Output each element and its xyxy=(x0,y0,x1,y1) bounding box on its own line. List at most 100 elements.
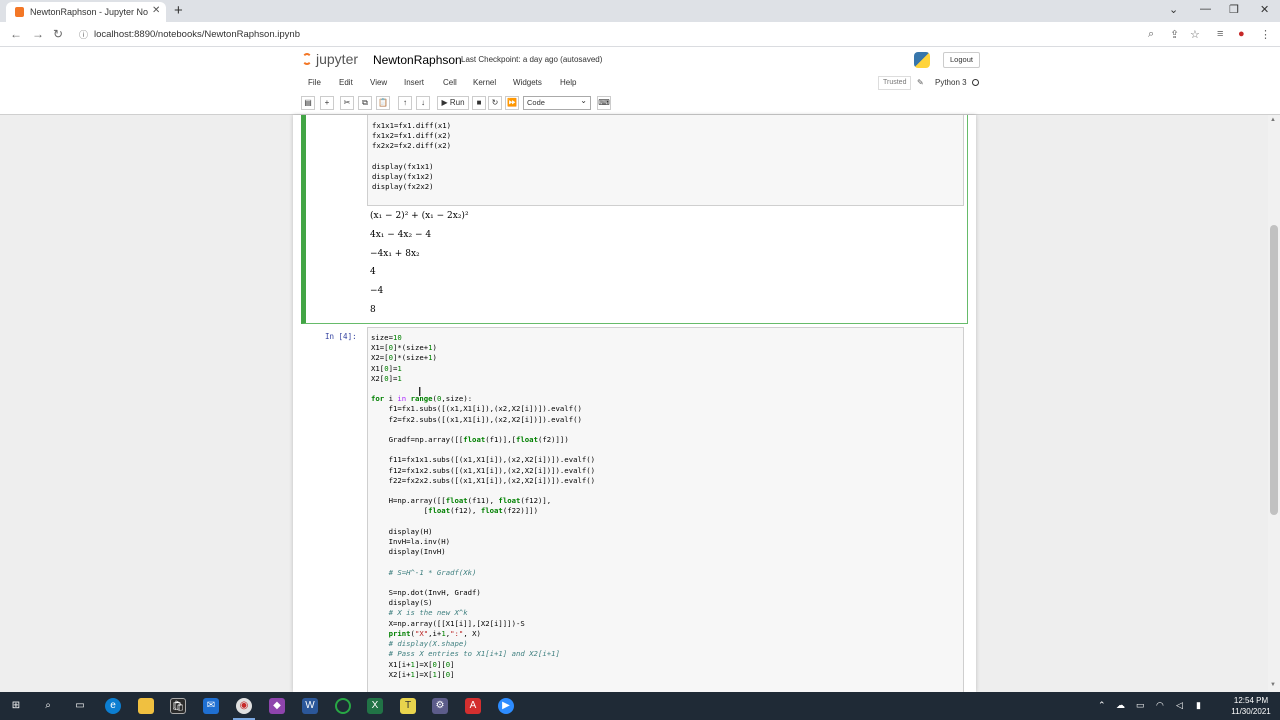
zoom-app-icon[interactable]: ▶ xyxy=(498,698,514,714)
visual-studio-icon[interactable]: ◆ xyxy=(269,698,285,714)
file-explorer-icon[interactable] xyxy=(138,698,154,714)
app-icon[interactable] xyxy=(335,698,351,714)
windows-start-icon[interactable]: ⊞ xyxy=(8,698,24,714)
url-text: localhost:8890/notebooks/NewtonRaphson.i… xyxy=(94,29,300,40)
logout-button[interactable]: Logout xyxy=(943,52,980,68)
menu-kernel[interactable]: Kernel xyxy=(473,78,496,87)
close-tab-icon[interactable]: ✕ xyxy=(152,5,160,16)
cell-code: size=10 X1=[0]*(size+1) X2=[0]*(size+1) … xyxy=(371,333,596,679)
paste-icon[interactable]: 📋 xyxy=(376,96,390,110)
info-icon[interactable]: ⓘ xyxy=(79,28,88,41)
clock-time: 12:54 PM xyxy=(1233,696,1269,705)
menu-widgets[interactable]: Widgets xyxy=(513,78,542,87)
menu-insert[interactable]: Insert xyxy=(404,78,424,87)
code-cell[interactable]: In [4]: size=10 X1=[0]*(size+1) X2=[0]*(… xyxy=(301,327,968,692)
tab-search-icon[interactable]: ⌄ xyxy=(1169,3,1178,16)
trusted-badge[interactable]: Trusted xyxy=(878,76,912,90)
zoom-icon[interactable]: ⌕ xyxy=(1148,28,1154,41)
menu-help[interactable]: Help xyxy=(560,78,576,87)
move-up-icon[interactable]: ↑ xyxy=(398,96,412,110)
cell-input[interactable]: size=10 X1=[0]*(size+1) X2=[0]*(size+1) … xyxy=(367,327,964,692)
restart-icon[interactable]: ↻ xyxy=(488,96,502,110)
close-window-icon[interactable]: ✕ xyxy=(1260,3,1269,16)
pencil-icon[interactable]: ✎ xyxy=(917,78,924,87)
share-icon[interactable]: ⇪ xyxy=(1170,28,1179,41)
reload-icon[interactable]: ↻ xyxy=(53,27,63,41)
onedrive-icon[interactable]: ☁ xyxy=(1116,700,1125,711)
output-line: −4 xyxy=(370,286,384,296)
notebook-name[interactable]: NewtonRaphson xyxy=(373,53,462,67)
notebook-toolbar: ▤ + ✂ ⧉ 📋 ↑ ↓ ▶ Run ■ ↻ ⏩ ⌨ xyxy=(300,95,980,113)
acrobat-icon[interactable]: A xyxy=(465,698,481,714)
tray-chevron-icon[interactable]: ⌃ xyxy=(1098,700,1106,711)
menu-edit[interactable]: Edit xyxy=(339,78,353,87)
save-icon[interactable]: ▤ xyxy=(301,96,315,110)
output-line: 4x₁ − 4x₂ − 4 xyxy=(370,230,432,240)
jupyter-favicon-icon xyxy=(15,7,24,17)
page-scrollbar[interactable]: ▲ ▼ xyxy=(1268,115,1280,692)
edge-icon[interactable]: e xyxy=(105,698,121,714)
texworks-icon[interactable]: T xyxy=(400,698,416,714)
menu-file[interactable]: File xyxy=(308,78,321,87)
scroll-thumb[interactable] xyxy=(1270,225,1278,515)
jupyter-logo-icon xyxy=(302,53,312,65)
wifi-icon[interactable]: ◠ xyxy=(1156,700,1164,711)
chrome-menu-icon[interactable]: ⋮ xyxy=(1260,28,1271,41)
restore-icon[interactable]: ❐ xyxy=(1229,3,1239,16)
cell-prompt: In [4]: xyxy=(325,332,357,341)
move-down-icon[interactable]: ↓ xyxy=(416,96,430,110)
output-line: 8 xyxy=(370,305,376,315)
new-tab-icon[interactable]: + xyxy=(174,2,183,19)
text-cursor-icon: I xyxy=(418,385,422,399)
chrome-icon[interactable]: ◉ xyxy=(236,698,252,714)
minimize-icon[interactable]: — xyxy=(1200,3,1211,15)
network-icon[interactable]: ▭ xyxy=(1136,700,1145,711)
tab-title: NewtonRaphson - Jupyter Notebo xyxy=(30,7,148,17)
output-line: 4 xyxy=(370,267,376,277)
stop-icon[interactable]: ■ xyxy=(472,96,486,110)
cell-type-select[interactable]: Code xyxy=(523,95,591,110)
browser-tab[interactable]: NewtonRaphson - Jupyter Notebo ✕ xyxy=(6,2,166,22)
python-logo-icon xyxy=(914,52,930,68)
scroll-down-icon[interactable]: ▼ xyxy=(1270,682,1276,688)
insert-cell-icon[interactable]: + xyxy=(320,96,334,110)
kernel-status-icon xyxy=(972,79,979,86)
task-view-icon[interactable]: ▭ xyxy=(72,698,88,714)
bookmark-star-icon[interactable]: ☆ xyxy=(1190,28,1200,41)
output-line: (x₁ − 2)² + (x₁ − 2x₂)² xyxy=(370,211,469,221)
jupyter-logo[interactable]: jupyter xyxy=(302,51,358,67)
word-icon[interactable]: W xyxy=(302,698,318,714)
restart-run-all-icon[interactable]: ⏩ xyxy=(505,96,519,110)
command-palette-icon[interactable]: ⌨ xyxy=(597,96,611,110)
menu-view[interactable]: View xyxy=(370,78,387,87)
forward-icon[interactable]: → xyxy=(32,27,44,41)
run-button[interactable]: ▶ Run xyxy=(437,96,469,110)
app-icon[interactable]: ⚙ xyxy=(432,698,448,714)
volume-icon[interactable]: ◁ xyxy=(1176,700,1183,711)
kernel-name: Python 3 xyxy=(935,78,967,87)
jupyter-logo-text: jupyter xyxy=(316,51,359,67)
menu-cell[interactable]: Cell xyxy=(443,78,457,87)
url-field[interactable]: ⓘ localhost:8890/notebooks/NewtonRaphson… xyxy=(76,25,1136,44)
copy-icon[interactable]: ⧉ xyxy=(358,96,372,110)
code-cell-selected[interactable]: fx1x1=fx1.diff(x1) fx1x2=fx1.diff(x2) fx… xyxy=(301,115,968,324)
address-bar: ← → ↻ ⓘ localhost:8890/notebooks/NewtonR… xyxy=(0,22,1280,47)
excel-icon[interactable]: X xyxy=(367,698,383,714)
system-clock[interactable]: 12:54 PM 11/30/2021 xyxy=(1226,695,1276,717)
scroll-up-icon[interactable]: ▲ xyxy=(1270,117,1276,123)
output-line: −4x₁ + 8x₂ xyxy=(370,249,420,259)
checkpoint-status: Last Checkpoint: a day ago (autosaved) xyxy=(461,55,603,64)
search-icon[interactable]: ⌕ xyxy=(40,698,56,714)
cell-code: fx1x1=fx1.diff(x1) fx1x2=fx1.diff(x2) fx… xyxy=(372,121,452,192)
notebook-container: fx1x1=fx1.diff(x1) fx1x2=fx1.diff(x2) fx… xyxy=(293,115,976,692)
store-icon[interactable]: 🛍 xyxy=(170,698,186,714)
browser-tab-bar: NewtonRaphson - Jupyter Notebo ✕ + ⌄ — ❐… xyxy=(0,0,1280,22)
extension-icon[interactable]: ● xyxy=(1238,28,1245,40)
battery-icon[interactable]: ▮ xyxy=(1196,700,1201,711)
run-label: Run xyxy=(449,98,465,107)
mail-icon[interactable]: ✉ xyxy=(203,698,219,714)
media-icon[interactable]: ≡ xyxy=(1217,28,1223,40)
cut-icon[interactable]: ✂ xyxy=(340,96,354,110)
cell-input[interactable]: fx1x1=fx1.diff(x1) fx1x2=fx1.diff(x2) fx… xyxy=(367,115,964,206)
back-icon[interactable]: ← xyxy=(10,27,22,41)
